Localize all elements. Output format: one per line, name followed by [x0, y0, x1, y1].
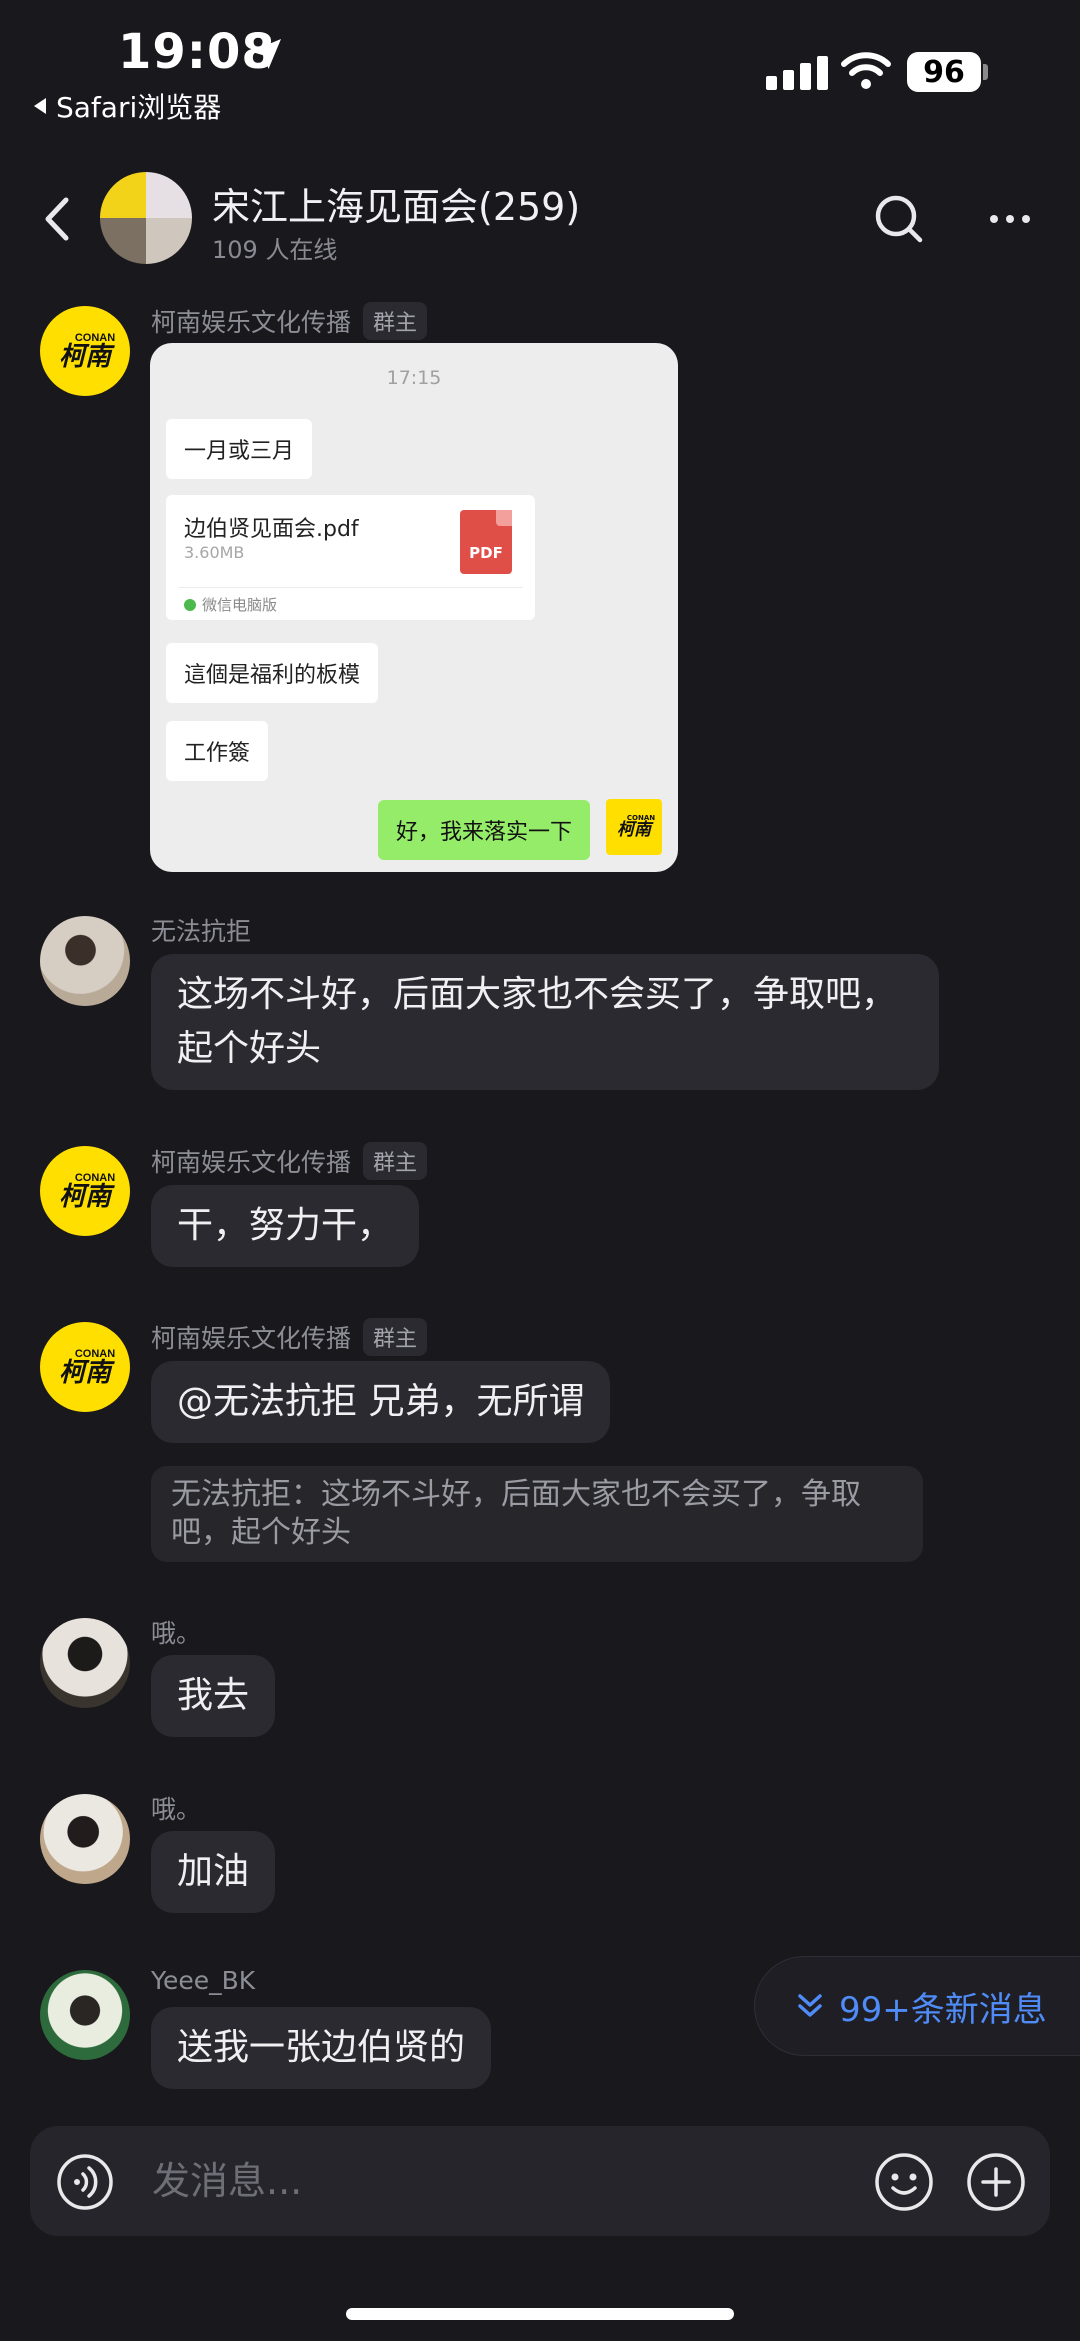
message-sender: 哦。	[151, 1790, 201, 1826]
avatar[interactable]: CONAN 柯南	[40, 1322, 130, 1412]
home-indicator[interactable]	[346, 2308, 734, 2320]
emoji-icon[interactable]	[874, 2152, 934, 2212]
image-bubble: 這個是福利的板模	[166, 643, 379, 703]
image-bubble: 工作簽	[166, 721, 269, 781]
battery-indicator: 96	[907, 52, 981, 92]
avatar[interactable]	[40, 1794, 130, 1884]
file-source-label: 微信电脑版	[202, 596, 278, 614]
voice-icon[interactable]	[56, 2153, 114, 2211]
online-count: 109 人在线	[212, 236, 338, 264]
wifi-icon	[841, 52, 891, 89]
message-bubble[interactable]: 送我一张边伯贤的	[151, 2007, 492, 2089]
message-sender: 柯南娱乐文化传播 群主	[151, 1318, 428, 1356]
chat-image[interactable]: 17:15 一月或三月 边伯贤见面会.pdf 3.60MB PDF 微信电脑版 …	[150, 343, 678, 872]
owner-badge: 群主	[363, 1142, 428, 1180]
message-sender: 无法抗拒	[151, 912, 251, 948]
image-reply-bubble: 好，我来落实一下	[377, 800, 590, 860]
avatar-logo-big: 柯南	[58, 1357, 111, 1388]
message-bubble[interactable]: @无法抗拒 兄弟，无所谓	[151, 1361, 611, 1443]
avatar[interactable]: CONAN 柯南	[40, 306, 130, 396]
message-sender: 柯南娱乐文化传播 群主	[151, 302, 428, 340]
file-source: 微信电脑版	[184, 594, 277, 615]
sender-name: 哦。	[151, 1795, 202, 1824]
pdf-icon: PDF	[460, 510, 512, 574]
sender-name: Yeee_BK	[151, 1966, 256, 1995]
signal-icon	[766, 56, 828, 90]
image-timestamp: 17:15	[386, 367, 442, 389]
image-bubble: 一月或三月	[166, 419, 313, 479]
sender-name: 哦。	[151, 1619, 202, 1648]
back-triangle-icon	[34, 98, 46, 114]
back-chevron-icon[interactable]	[38, 194, 78, 244]
avatar[interactable]: CONAN 柯南	[40, 1146, 130, 1236]
message-input[interactable]	[152, 2150, 852, 2212]
message-bubble[interactable]: 这场不斗好，后面大家也不会买了，争取吧，起个好头	[151, 954, 939, 1090]
owner-badge: 群主	[363, 302, 428, 340]
battery-tip	[983, 64, 988, 80]
image-avatar: CONAN 柯南	[606, 799, 662, 855]
message-sender: Yeee_BK	[151, 1966, 255, 1995]
sender-name: 柯南娱乐文化传播	[151, 1148, 352, 1177]
location-arrow-icon	[251, 39, 281, 69]
message-bubble[interactable]: 我去	[151, 1655, 276, 1737]
avatar[interactable]	[40, 916, 130, 1006]
back-to-safari-link[interactable]: Safari浏览器	[32, 86, 221, 126]
sender-name: 无法抗拒	[151, 917, 252, 946]
plus-icon[interactable]	[966, 2152, 1026, 2212]
new-messages-button[interactable]: 99+条新消息	[754, 1956, 1080, 2056]
avatar-logo-big: 柯南	[58, 1181, 111, 1212]
search-icon[interactable]	[872, 192, 928, 248]
sender-name: 柯南娱乐文化传播	[151, 1324, 352, 1353]
new-messages-label: 99+条新消息	[839, 1989, 1047, 2030]
wechat-icon	[184, 598, 196, 611]
avatar-logo-big: 柯南	[58, 341, 111, 372]
message-bubble[interactable]: 加油	[151, 1831, 276, 1913]
message-sender: 哦。	[151, 1614, 201, 1650]
avatar-logo-big: 柯南	[617, 820, 651, 840]
image-file-card: 边伯贤见面会.pdf 3.60MB PDF 微信电脑版	[166, 495, 535, 620]
more-icon[interactable]	[986, 204, 1034, 234]
file-divider	[178, 587, 523, 588]
owner-badge: 群主	[363, 1318, 428, 1356]
avatar[interactable]	[40, 1618, 130, 1708]
avatar[interactable]	[40, 1970, 130, 2060]
message-bubble[interactable]: 干，努力干，	[151, 1185, 420, 1267]
file-size: 3.60MB	[184, 543, 245, 562]
double-chevron-down-icon	[798, 1994, 822, 2017]
quoted-message[interactable]: 无法抗拒：这场不斗好，后面大家也不会买了，争取吧，起个好头	[151, 1466, 923, 1562]
message-sender: 柯南娱乐文化传播 群主	[151, 1142, 428, 1180]
sender-name: 柯南娱乐文化传播	[151, 308, 352, 337]
back-app-label: Safari浏览器	[56, 91, 222, 124]
group-avatar[interactable]	[100, 172, 192, 264]
file-name: 边伯贤见面会.pdf	[184, 517, 359, 542]
group-title[interactable]: 宋江上海见面会(259)	[212, 176, 580, 231]
